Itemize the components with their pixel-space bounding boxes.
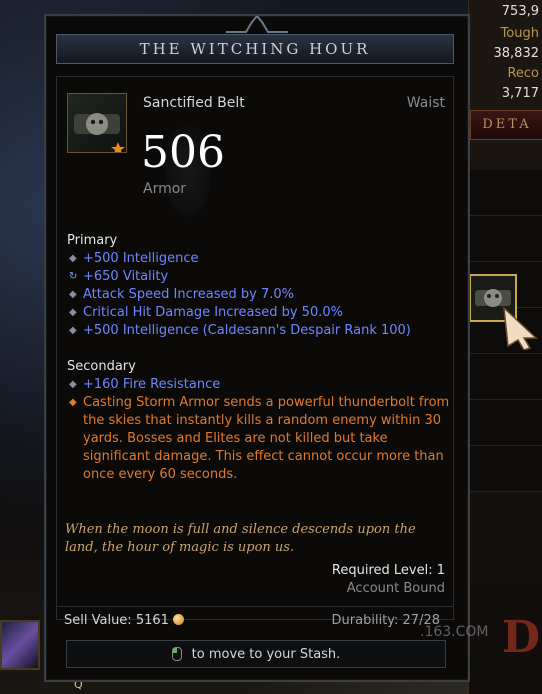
affix-text: Critical Hit Damage Increased by 50.0%: [83, 305, 343, 320]
crest-ornament-icon: [226, 16, 288, 33]
diamond-bullet-icon: ◆: [69, 253, 77, 264]
inventory-slot[interactable]: [470, 446, 542, 492]
affix-text: +500 Intelligence (Caldesann's Despair R…: [83, 323, 411, 338]
secondary-section: Secondary ◆ +160 Fire Resistance ◆ Casting…: [67, 359, 452, 484]
armor-value: 506: [141, 127, 225, 178]
stash-hint: to move to your Stash.: [66, 640, 446, 668]
diamond-bullet-icon: ◆: [69, 325, 77, 336]
details-button[interactable]: DETA: [470, 110, 542, 140]
affix-text: +500 Intelligence: [83, 251, 199, 266]
affix-text: Attack Speed Increased by 7.0%: [83, 287, 295, 302]
hand-cursor-icon: [503, 306, 538, 350]
binding-status: Account Bound: [346, 581, 445, 596]
inventory-slot[interactable]: [470, 216, 542, 262]
stat-label-toughness: Tough: [500, 26, 539, 41]
primary-affix: ◆ +500 Intelligence (Caldesann's Despair …: [67, 322, 452, 340]
affix-text: +160 Fire Resistance: [83, 377, 221, 392]
primary-header: Primary: [67, 233, 118, 248]
stat-value-toughness: 38,832: [493, 46, 540, 61]
diamond-bullet-icon: ◆: [69, 379, 77, 390]
sell-value: Sell Value: 5161: [64, 613, 184, 628]
stat-label-recovery: Reco: [507, 66, 539, 81]
belt-icon: [74, 113, 125, 155]
item-icon-frame: [67, 93, 127, 155]
item-slot: Waist: [406, 95, 445, 111]
item-type: Sanctified Belt: [143, 95, 245, 111]
gold-coin-icon: [172, 614, 184, 625]
reroll-icon: ↻: [69, 271, 78, 282]
required-level: Required Level: 1: [331, 563, 445, 578]
secondary-affix: ◆ +160 Fire Resistance: [67, 376, 452, 394]
inventory-slot[interactable]: [470, 354, 542, 400]
tooltip-body: Sanctified Belt Waist 506 Armor Primary …: [56, 76, 454, 620]
flavor-text: When the moon is full and silence descen…: [65, 522, 416, 555]
inventory-slot[interactable]: [470, 400, 542, 446]
secondary-header: Secondary: [67, 359, 136, 374]
primary-affix: ◆ +500 Intelligence: [67, 250, 452, 268]
stat-value-top: 753,9: [501, 4, 539, 19]
tooltip-footer: Sell Value: 5161 Durability: 27/28: [56, 606, 454, 633]
item-tooltip: THE WITCHING HOUR Sanctified Belt Waist …: [44, 14, 470, 682]
skill-slot-icon[interactable]: [0, 620, 40, 670]
primary-section: Primary ◆ +500 Intelligence ↻ +650 Vitalit…: [67, 233, 452, 340]
site-watermark-text: .163.COM: [420, 624, 489, 640]
legendary-diamond-icon: ◆: [69, 397, 77, 408]
primary-affix: ◆ Attack Speed Increased by 7.0%: [67, 286, 452, 304]
diamond-bullet-icon: ◆: [69, 289, 77, 300]
item-name: THE WITCHING HOUR: [139, 40, 371, 58]
item-title-bar: THE WITCHING HOUR: [56, 34, 454, 64]
affix-text: Casting Storm Armor sends a powerful thu…: [83, 395, 450, 482]
armor-label: Armor: [143, 181, 187, 197]
affix-text: +650 Vitality: [83, 269, 169, 284]
sell-value-text: Sell Value: 5161: [64, 613, 169, 628]
mouse-icon: [171, 647, 182, 661]
primary-affix: ↻ +650 Vitality: [67, 268, 452, 286]
diamond-bullet-icon: ◆: [69, 307, 77, 318]
stat-value-recovery: 3,717: [501, 86, 539, 101]
site-watermark-logo: D: [501, 612, 540, 663]
inventory-slot[interactable]: [470, 170, 542, 216]
primary-affix: ◆ Critical Hit Damage Increased by 50.0%: [67, 304, 452, 322]
legendary-affix: ◆ Casting Storm Armor sends a powerful th…: [67, 394, 452, 484]
stash-hint-text: to move to your Stash.: [191, 646, 341, 662]
